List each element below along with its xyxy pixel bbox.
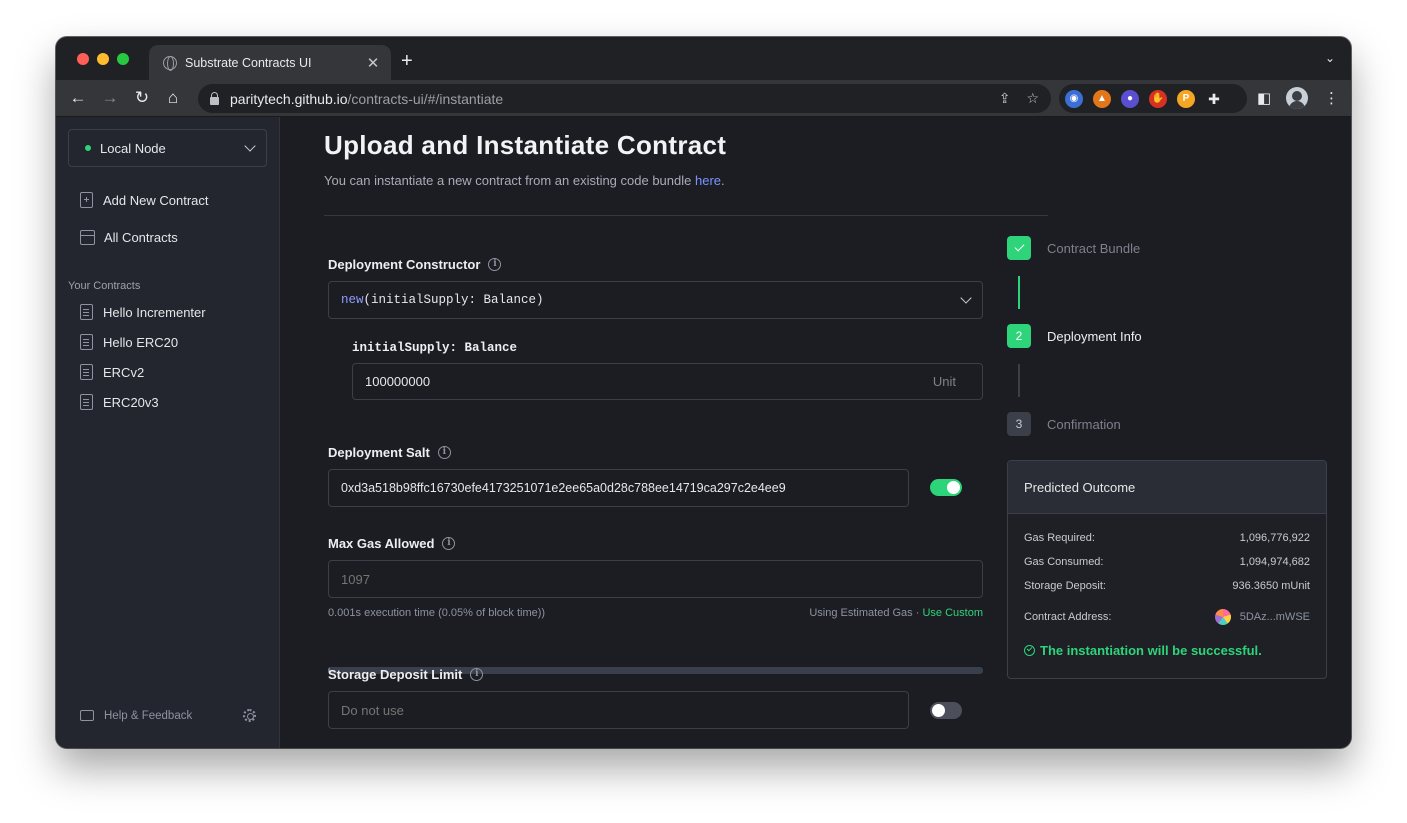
node-selector[interactable]: Local Node — [68, 129, 267, 167]
app: Local Node Add New Contract All Contract… — [56, 117, 1351, 748]
initial-supply-input[interactable]: 100000000 Unit — [352, 363, 983, 400]
storage-deposit-toggle[interactable] — [930, 702, 962, 719]
forward-arrow-icon[interactable]: → — [100, 88, 120, 108]
step-connector — [1018, 276, 1020, 309]
page-title: Upload and Instantiate Contract — [324, 130, 727, 160]
param-label: initialSupply: Balance — [352, 341, 518, 355]
stop-hand-icon[interactable]: ✋ — [1149, 89, 1167, 108]
puzzle-extensions-icon[interactable]: ✚ — [1205, 90, 1223, 108]
share-icon[interactable]: ⇪ — [999, 90, 1011, 107]
side-panel-icon[interactable]: ◧ — [1257, 89, 1271, 107]
salt-toggle[interactable] — [930, 479, 962, 496]
deployment-constructor-label: Deployment Constructor i — [328, 257, 502, 272]
main-content: Upload and Instantiate Contract You can … — [280, 117, 1351, 748]
chevron-down-icon — [244, 140, 256, 152]
storage-deposit-row: Storage Deposit: 936.3650 mUnit — [1024, 580, 1310, 592]
step-contract-bundle: Contract Bundle — [1007, 236, 1140, 260]
use-custom-link[interactable]: Use Custom — [922, 607, 983, 619]
info-icon[interactable]: i — [442, 537, 456, 550]
document-icon — [80, 394, 93, 410]
chat-icon — [80, 710, 94, 721]
extension-icon-3[interactable]: ● — [1121, 89, 1139, 108]
zoom-window-button[interactable] — [117, 53, 129, 65]
chevron-down-icon — [960, 292, 972, 304]
close-tab-icon[interactable]: ✕ — [365, 54, 381, 72]
url-text[interactable]: paritytech.github.io/contracts-ui/#/inst… — [230, 91, 983, 107]
globe-icon — [163, 55, 177, 71]
step-number: 3 — [1007, 412, 1031, 436]
gas-required-row: Gas Required: 1,096,776,922 — [1024, 532, 1310, 544]
sidebar-item-contract[interactable]: ERCv2 — [80, 364, 144, 380]
sidebar-item-contract[interactable]: Hello ERC20 — [80, 334, 178, 350]
browser-tab[interactable]: Substrate Contracts UI ✕ — [149, 45, 391, 80]
check-icon — [1007, 236, 1031, 260]
info-icon[interactable]: i — [437, 446, 451, 459]
sidebar-footer: Help & Feedback — [80, 709, 256, 722]
storage-deposit-label: Storage Deposit Limit i — [328, 667, 484, 682]
metamask-fox-icon[interactable]: ▲ — [1093, 89, 1111, 108]
browser-toolbar: ← → ↻ ⌂ paritytech.github.io/contracts-u… — [56, 80, 1351, 117]
predicted-outcome-title: Predicted Outcome — [1008, 461, 1326, 514]
lock-icon[interactable] — [210, 91, 219, 105]
step-deployment-info: 2 Deployment Info — [1007, 324, 1142, 348]
tab-title: Substrate Contracts UI — [185, 55, 312, 70]
document-icon — [80, 364, 93, 380]
connection-status-dot — [85, 145, 91, 151]
sidebar-item-contract[interactable]: ERC20v3 — [80, 394, 159, 410]
reload-icon[interactable]: ↻ — [132, 88, 152, 108]
menu-kebab-icon[interactable]: ⋮ — [1324, 89, 1339, 107]
divider — [324, 215, 1048, 216]
deployment-salt-label: Deployment Salt i — [328, 445, 451, 460]
bookmark-star-icon[interactable]: ☆ — [1026, 90, 1039, 107]
tab-bar: Substrate Contracts UI ✕ + ⌄ — [56, 37, 1351, 80]
info-icon[interactable]: i — [488, 258, 502, 271]
page-subtitle: You can instantiate a new contract from … — [324, 173, 725, 188]
home-icon[interactable]: ⌂ — [163, 88, 183, 108]
document-icon — [80, 304, 93, 320]
add-document-icon — [80, 192, 93, 208]
sidebar-item-all-contracts[interactable]: All Contracts — [80, 230, 178, 245]
new-tab-button[interactable]: + — [401, 51, 413, 71]
step-confirmation: 3 Confirmation — [1007, 412, 1121, 436]
extension-icon-1[interactable]: ◉ — [1065, 89, 1083, 108]
gas-mode-row: Using Estimated Gas · Use Custom — [809, 607, 983, 619]
max-gas-input[interactable] — [328, 560, 983, 598]
here-link[interactable]: here — [695, 173, 721, 188]
predicted-outcome-panel: Predicted Outcome Gas Required: 1,096,776… — [1007, 460, 1327, 679]
max-gas-label: Max Gas Allowed i — [328, 536, 456, 551]
constructor-select[interactable]: new (initialSupply: Balance) — [328, 281, 983, 319]
identicon-icon — [1214, 609, 1231, 625]
minimize-window-button[interactable] — [97, 53, 109, 65]
step-connector — [1018, 364, 1020, 397]
contract-address[interactable]: 5DAz...mWSE — [1214, 609, 1310, 625]
gas-consumed-row: Gas Consumed: 1,094,974,682 — [1024, 556, 1310, 568]
sidebar-item-contract[interactable]: Hello Incrementer — [80, 304, 206, 320]
back-arrow-icon[interactable]: ← — [68, 88, 88, 108]
close-window-button[interactable] — [77, 53, 89, 65]
node-label: Local Node — [100, 140, 166, 156]
archive-icon — [80, 230, 95, 245]
unit-suffix: Unit — [932, 374, 956, 389]
gear-icon[interactable] — [243, 709, 256, 722]
tab-search-chevron-icon[interactable]: ⌄ — [1325, 51, 1335, 65]
check-circle-icon — [1024, 645, 1035, 656]
help-feedback-link[interactable]: Help & Feedback — [104, 710, 192, 722]
deployment-salt-input[interactable]: 0xd3a518b98ffc16730efe4173251071e2ee65a0… — [328, 469, 909, 507]
success-message: The instantiation will be successful. — [1024, 643, 1262, 658]
profile-avatar[interactable] — [1286, 87, 1308, 109]
info-icon[interactable]: i — [470, 668, 484, 681]
extensions-group: ◉ ▲ ● ✋ P ✚ — [1059, 84, 1247, 113]
step-number: 2 — [1007, 324, 1031, 348]
browser-window: Substrate Contracts UI ✕ + ⌄ ← → ↻ ⌂ par… — [56, 37, 1351, 748]
contract-address-row: Contract Address: 5DAz...mWSE — [1024, 609, 1310, 625]
execution-time-text: 0.001s execution time (0.05% of block ti… — [328, 607, 546, 619]
sidebar-item-add-new-contract[interactable]: Add New Contract — [80, 192, 209, 208]
your-contracts-heading: Your Contracts — [68, 280, 141, 292]
extension-icon-5[interactable]: P — [1177, 89, 1195, 108]
sidebar: Local Node Add New Contract All Contract… — [56, 117, 280, 748]
document-icon — [80, 334, 93, 350]
storage-deposit-input[interactable] — [328, 691, 909, 729]
address-bar[interactable]: paritytech.github.io/contracts-ui/#/inst… — [198, 84, 1051, 113]
